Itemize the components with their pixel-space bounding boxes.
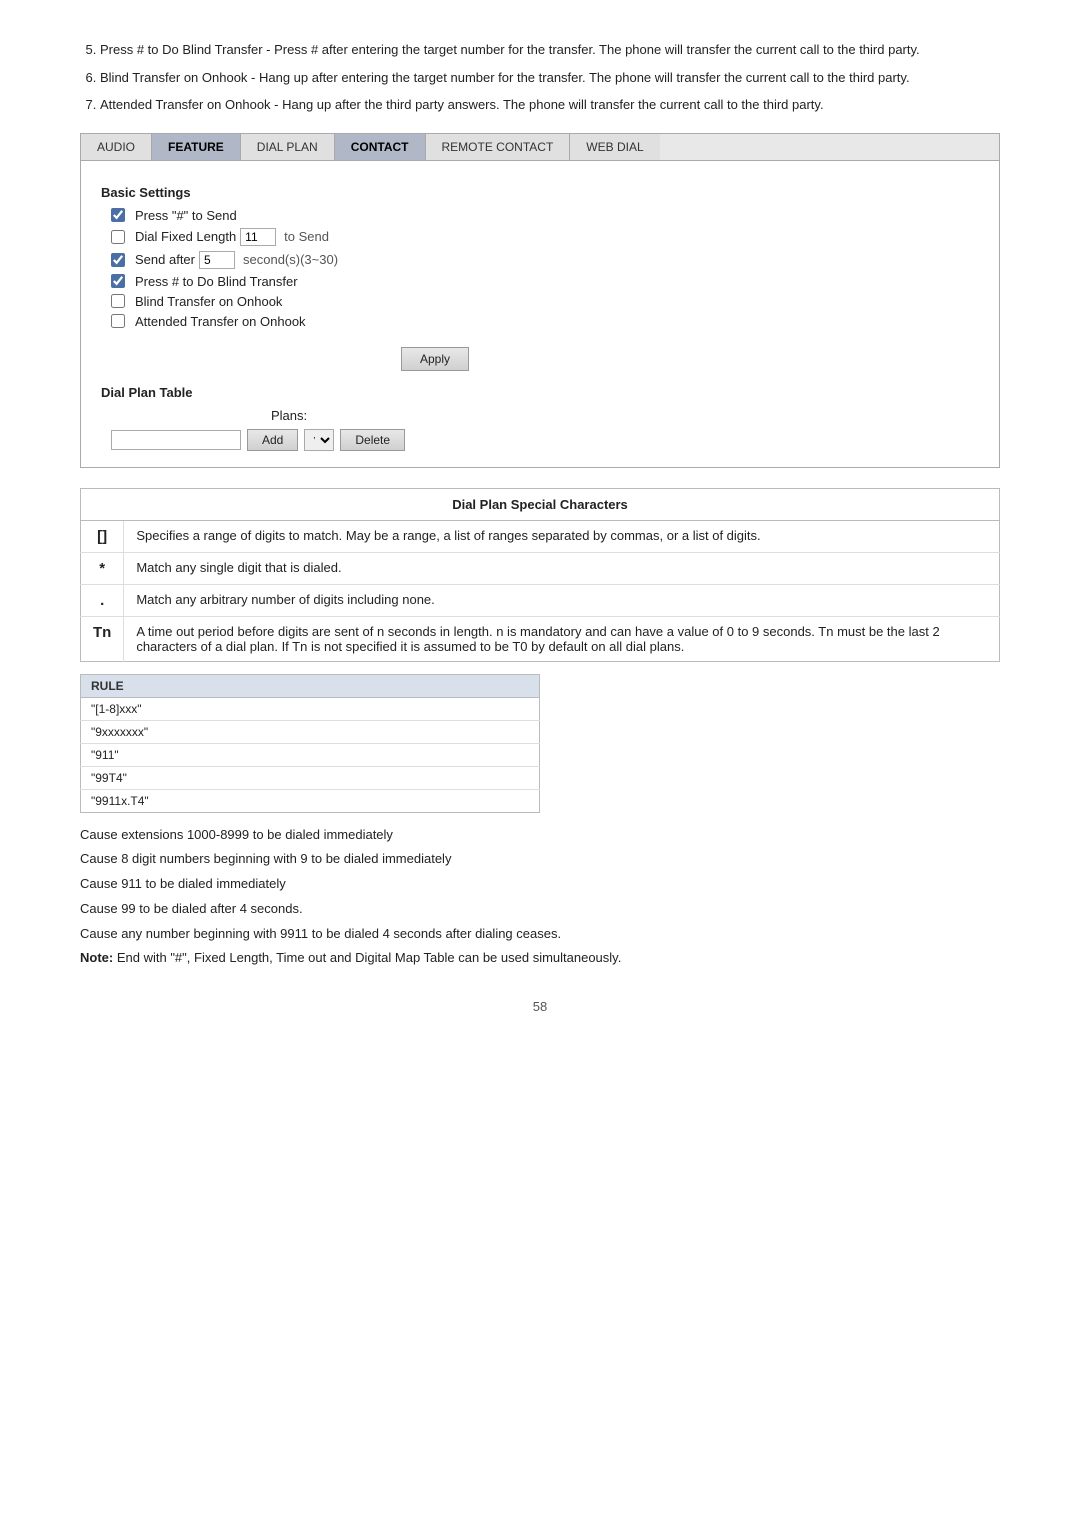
- rule-cell-1: "[1-8]xxx": [81, 697, 540, 720]
- basic-settings-title: Basic Settings: [101, 185, 979, 200]
- dial-fixed-suffix: to Send: [284, 229, 329, 244]
- option-send-after: Send after second(s)(3~30): [101, 251, 979, 269]
- rule-table: RULE "[1-8]xxx" "9xxxxxxx" "911" "99T4" …: [80, 674, 540, 813]
- explanation-3: Cause 911 to be dialed immediately: [80, 874, 1000, 895]
- desc-dot: Match any arbitrary number of digits inc…: [124, 584, 1000, 616]
- explanation-note: Note: End with "#", Fixed Length, Time o…: [80, 948, 1000, 969]
- checkbox-press-hash-blind[interactable]: [111, 274, 125, 288]
- add-button[interactable]: Add: [247, 429, 298, 451]
- dial-plan-table-section: Dial Plan Table Plans: Add ▼ Delete: [101, 385, 979, 451]
- special-chars-title: Dial Plan Special Characters: [81, 488, 1000, 520]
- plans-label: Plans:: [271, 408, 307, 423]
- tab-web-dial[interactable]: WEB DIAL: [570, 134, 659, 160]
- instruction-item-5: Press # to Do Blind Transfer - Press # a…: [100, 40, 1000, 60]
- label-send-after: Send after: [135, 252, 195, 267]
- explanation-5: Cause any number beginning with 9911 to …: [80, 924, 1000, 945]
- tab-feature[interactable]: FEATURE: [152, 134, 241, 160]
- page-number: 58: [80, 999, 1000, 1014]
- label-blind-transfer-onhook: Blind Transfer on Onhook: [135, 294, 282, 309]
- option-attended-transfer-onhook: Attended Transfer on Onhook: [101, 314, 979, 329]
- explanation-2: Cause 8 digit numbers beginning with 9 t…: [80, 849, 1000, 870]
- option-blind-transfer-onhook: Blind Transfer on Onhook: [101, 294, 979, 309]
- symbol-dot: .: [81, 584, 124, 616]
- main-panel: Basic Settings Press "#" to Send Dial Fi…: [80, 161, 1000, 468]
- rule-cell-5: "9911x.T4": [81, 789, 540, 812]
- dial-plan-action-row: Add ▼ Delete: [101, 429, 979, 451]
- symbol-tn: Tn: [81, 616, 124, 661]
- note-text: End with "#", Fixed Length, Time out and…: [117, 950, 621, 965]
- rule-cell-4: "99T4": [81, 766, 540, 789]
- explanation-1: Cause extensions 1000-8999 to be dialed …: [80, 825, 1000, 846]
- label-press-hash: Press "#" to Send: [135, 208, 237, 223]
- tab-remote-contact[interactable]: REMOTE CONTACT: [426, 134, 571, 160]
- rule-row-2: "9xxxxxxx": [81, 720, 540, 743]
- checkbox-send-after[interactable]: [111, 253, 125, 267]
- dial-plan-plans-row: Plans:: [101, 408, 979, 423]
- symbol-asterisk: *: [81, 552, 124, 584]
- instruction-item-7: Attended Transfer on Onhook - Hang up af…: [100, 95, 1000, 115]
- rule-cell-2: "9xxxxxxx": [81, 720, 540, 743]
- tab-bar: AUDIO FEATURE DIAL PLAN CONTACT REMOTE C…: [80, 133, 1000, 161]
- send-after-input[interactable]: [199, 251, 235, 269]
- note-bold: Note:: [80, 950, 113, 965]
- option-press-hash: Press "#" to Send: [101, 208, 979, 223]
- option-dial-fixed: Dial Fixed Length to Send: [101, 228, 979, 246]
- dial-plan-table-title: Dial Plan Table: [101, 385, 979, 400]
- dial-plan-input[interactable]: [111, 430, 241, 450]
- tab-contact[interactable]: CONTACT: [335, 134, 426, 160]
- checkbox-dial-fixed[interactable]: [111, 230, 125, 244]
- instruction-item-6: Blind Transfer on Onhook - Hang up after…: [100, 68, 1000, 88]
- label-dial-fixed: Dial Fixed Length: [135, 229, 236, 244]
- checkbox-attended-transfer-onhook[interactable]: [111, 314, 125, 328]
- rule-header: RULE: [81, 674, 540, 697]
- desc-asterisk: Match any single digit that is dialed.: [124, 552, 1000, 584]
- rule-row-4: "99T4": [81, 766, 540, 789]
- send-after-suffix: second(s)(3~30): [243, 252, 338, 267]
- option-press-hash-blind: Press # to Do Blind Transfer: [101, 274, 979, 289]
- plans-dropdown[interactable]: ▼: [304, 429, 334, 451]
- special-char-brackets: [] Specifies a range of digits to match.…: [81, 520, 1000, 552]
- desc-brackets: Specifies a range of digits to match. Ma…: [124, 520, 1000, 552]
- desc-tn: A time out period before digits are sent…: [124, 616, 1000, 661]
- symbol-brackets: []: [81, 520, 124, 552]
- rule-row-5: "9911x.T4": [81, 789, 540, 812]
- apply-button[interactable]: Apply: [401, 347, 469, 371]
- special-char-dot: . Match any arbitrary number of digits i…: [81, 584, 1000, 616]
- content-area: Press # to Do Blind Transfer - Press # a…: [80, 40, 1000, 1014]
- label-attended-transfer-onhook: Attended Transfer on Onhook: [135, 314, 306, 329]
- rule-row-1: "[1-8]xxx": [81, 697, 540, 720]
- dial-fixed-input[interactable]: [240, 228, 276, 246]
- rule-row-3: "911": [81, 743, 540, 766]
- apply-row: Apply: [101, 339, 979, 371]
- tab-audio[interactable]: AUDIO: [81, 134, 152, 160]
- special-char-tn: Tn A time out period before digits are s…: [81, 616, 1000, 661]
- delete-button[interactable]: Delete: [340, 429, 405, 451]
- checkbox-blind-transfer-onhook[interactable]: [111, 294, 125, 308]
- special-chars-table: Dial Plan Special Characters [] Specifie…: [80, 488, 1000, 662]
- instructions-list: Press # to Do Blind Transfer - Press # a…: [100, 40, 1000, 115]
- explanation-4: Cause 99 to be dialed after 4 seconds.: [80, 899, 1000, 920]
- rule-cell-3: "911": [81, 743, 540, 766]
- label-press-hash-blind: Press # to Do Blind Transfer: [135, 274, 298, 289]
- tab-dial-plan[interactable]: DIAL PLAN: [241, 134, 335, 160]
- special-char-asterisk: * Match any single digit that is dialed.: [81, 552, 1000, 584]
- checkbox-press-hash[interactable]: [111, 208, 125, 222]
